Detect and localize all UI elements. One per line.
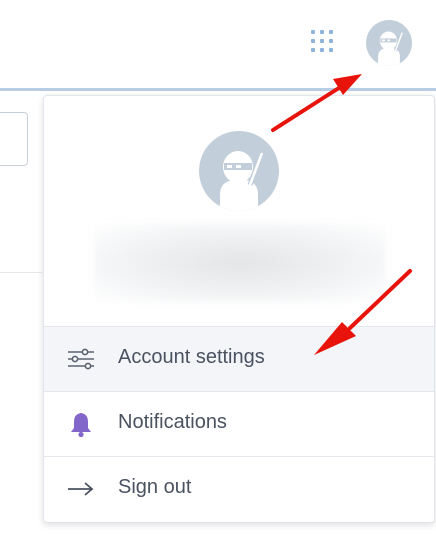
menu-item-account-settings[interactable]: Account settings [44, 327, 434, 391]
top-bar-border [0, 88, 436, 91]
background-input-field[interactable] [0, 112, 28, 166]
menu-item-sign-out[interactable]: Sign out [44, 457, 434, 521]
sliders-icon [68, 348, 94, 370]
menu-item-notifications[interactable]: Notifications [44, 392, 434, 456]
grid-dots-icon[interactable] [309, 28, 337, 56]
menu-item-label: Notifications [118, 411, 227, 433]
ninja-avatar-icon [220, 151, 265, 211]
user-dropdown-menu: Account settings Notifications Sign out [43, 95, 435, 523]
blurred-user-name [94, 224, 386, 302]
arrow-right-icon [68, 482, 94, 496]
ninja-avatar-icon [378, 31, 404, 66]
menu-item-label: Sign out [118, 476, 192, 498]
background-divider [0, 272, 42, 273]
user-avatar-button[interactable] [366, 20, 412, 66]
bell-icon [71, 413, 91, 438]
profile-avatar [199, 131, 279, 211]
menu-item-label: Account settings [118, 346, 265, 368]
